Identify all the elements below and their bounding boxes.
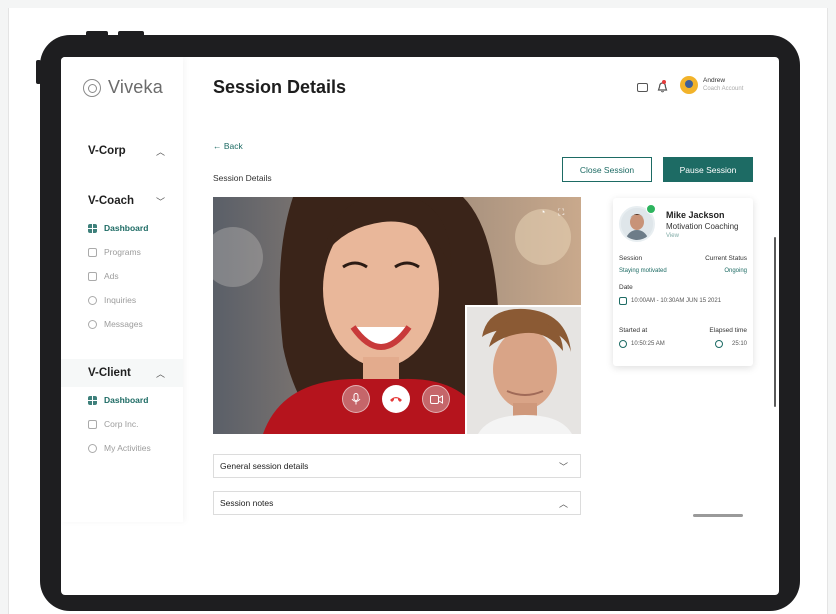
accordion-general-session-details[interactable]: General session details ﹀ xyxy=(213,454,581,478)
online-status-dot xyxy=(646,204,656,214)
status-value: Ongoing xyxy=(724,268,747,274)
chat-icon xyxy=(88,295,97,305)
sidebar-item-label: Inquiries xyxy=(104,295,137,305)
sidebar-item-messages[interactable]: Messages xyxy=(88,317,143,331)
group-label: V-Coach xyxy=(88,195,135,207)
timer-icon[interactable]: ◔ xyxy=(540,207,545,217)
elapsed-time-label: Elapsed time xyxy=(709,327,747,334)
current-status-label: Current Status xyxy=(705,255,747,262)
activity-icon xyxy=(88,443,97,453)
phone-hangup-icon xyxy=(390,397,402,402)
grid-icon xyxy=(88,223,97,233)
back-link[interactable]: ← Back xyxy=(213,141,243,151)
sidebar-item-inquiries[interactable]: Inquiries xyxy=(88,293,136,307)
accordion-session-notes[interactable]: Session notes ︿ xyxy=(213,491,581,515)
home-indicator xyxy=(693,514,743,517)
building-icon xyxy=(88,419,97,429)
started-at-value: 10:50:25 AM xyxy=(631,341,665,347)
sidebar-item-client-dashboard[interactable]: Dashboard xyxy=(88,393,148,407)
video-call-view: ◔ ⛶ xyxy=(213,197,581,434)
calendar-icon xyxy=(619,297,627,305)
pip-video-image xyxy=(467,307,581,434)
document-icon xyxy=(88,247,97,257)
sidebar-item-label: Programs xyxy=(104,247,141,257)
chevron-up-icon[interactable]: ︿ xyxy=(156,145,165,158)
notification-dot xyxy=(662,80,666,84)
sidebar-item-ads[interactable]: Ads xyxy=(88,269,119,283)
grid-icon xyxy=(88,395,97,405)
group-label: V-Client xyxy=(88,367,131,379)
chevron-up-icon[interactable]: ︿ xyxy=(156,367,165,380)
sidebar: Viveka V-Corp ︿ V-Coach ﹀ Dashboard Prog… xyxy=(61,57,183,522)
sidebar-item-label: Dashboard xyxy=(104,395,149,405)
timer-icon xyxy=(715,340,723,348)
ad-icon xyxy=(88,271,97,281)
microphone-icon xyxy=(351,393,361,405)
session-info-card: Mike Jackson Motivation Coaching View Se… xyxy=(613,198,753,366)
chevron-down-icon[interactable]: ﹀ xyxy=(559,460,568,473)
sidebar-item-dashboard[interactable]: Dashboard xyxy=(88,221,148,235)
sidebar-group-v-corp[interactable]: V-Corp ︿ xyxy=(61,138,183,164)
sidebar-item-label: My Activities xyxy=(104,443,151,453)
session-value: Staying motivated xyxy=(619,268,667,274)
elapsed-time-value: 25:10 xyxy=(731,341,747,347)
sidebar-item-label: Ads xyxy=(104,271,119,281)
clock-icon xyxy=(619,340,627,348)
sidebar-item-label: Messages xyxy=(104,319,143,329)
scrollbar[interactable] xyxy=(774,237,776,407)
mail-icon[interactable] xyxy=(637,83,648,92)
view-profile-link[interactable]: View xyxy=(666,233,679,239)
date-label: Date xyxy=(619,284,633,291)
client-program: Motivation Coaching xyxy=(666,222,739,231)
logo[interactable]: Viveka xyxy=(83,77,163,98)
user-role: Coach Account xyxy=(703,86,744,92)
sidebar-item-my-activities[interactable]: My Activities xyxy=(88,441,151,455)
section-label: Session Details xyxy=(213,173,272,183)
toggle-camera-button[interactable] xyxy=(422,385,450,413)
self-video-pip[interactable] xyxy=(465,305,581,434)
sidebar-group-v-client[interactable]: V-Client ︿ xyxy=(61,359,183,387)
sidebar-item-label: Corp Inc. xyxy=(104,419,139,429)
app-screen: Viveka V-Corp ︿ V-Coach ﹀ Dashboard Prog… xyxy=(61,57,779,595)
sidebar-group-v-coach[interactable]: V-Coach ﹀ xyxy=(61,188,183,214)
sidebar-item-corp-inc[interactable]: Corp Inc. xyxy=(88,417,139,431)
message-icon xyxy=(88,319,97,329)
date-value: 10:00AM - 10:30AM JUN 15 2021 xyxy=(631,298,722,304)
accordion-label: General session details xyxy=(220,461,309,471)
logo-text: Viveka xyxy=(108,77,163,97)
started-at-label: Started at xyxy=(619,327,648,334)
chevron-down-icon[interactable]: ﹀ xyxy=(156,195,165,208)
accordion-label: Session notes xyxy=(220,498,274,508)
pause-session-button[interactable]: Pause Session xyxy=(663,157,753,182)
close-session-button[interactable]: Close Session xyxy=(562,157,652,182)
page-title: Session Details xyxy=(213,77,347,97)
end-call-button[interactable] xyxy=(382,385,410,413)
sidebar-item-label: Dashboard xyxy=(104,223,149,233)
video-camera-icon xyxy=(429,394,443,404)
client-name: Mike Jackson xyxy=(666,210,725,220)
session-label: Session xyxy=(619,255,643,262)
mute-mic-button[interactable] xyxy=(342,385,370,413)
sidebar-item-programs[interactable]: Programs xyxy=(88,245,141,259)
fullscreen-icon[interactable]: ⛶ xyxy=(558,207,564,218)
group-label: V-Corp xyxy=(88,145,126,157)
chevron-up-icon[interactable]: ︿ xyxy=(559,497,568,510)
logo-icon xyxy=(83,78,101,97)
avatar[interactable] xyxy=(680,76,698,94)
user-name: Andrew xyxy=(703,77,726,84)
